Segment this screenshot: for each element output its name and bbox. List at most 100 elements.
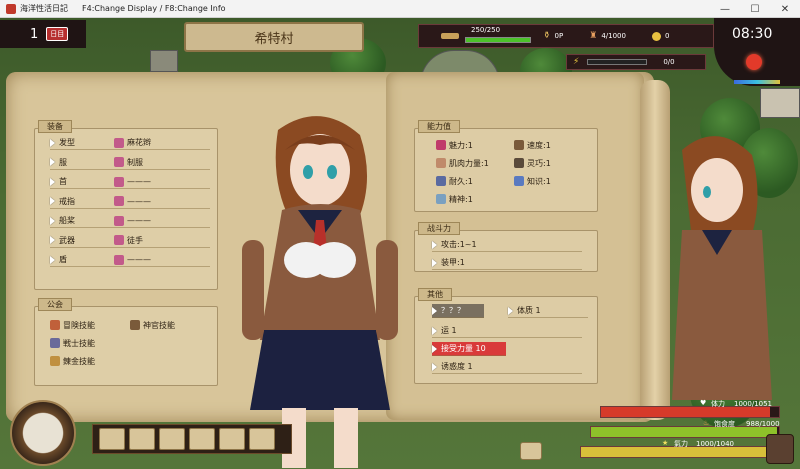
ability-stat: 精神:1: [436, 192, 510, 206]
equipment-label: 装备: [38, 120, 72, 133]
equip-icon: [114, 137, 124, 148]
heart-icon: ♥: [700, 399, 707, 407]
arrow-icon: [50, 138, 55, 147]
combat-armor: 装甲:1: [441, 258, 465, 267]
guild-skill-icon: [50, 338, 60, 348]
arrow-icon: [432, 240, 437, 249]
arrow-icon: [50, 255, 55, 264]
equipment-slot-name-value: 制服: [114, 157, 143, 168]
ability-icon: [514, 140, 524, 150]
day-number: 1: [30, 26, 39, 42]
other-row-acceptance[interactable]: 接受力量 10: [432, 342, 506, 356]
equipment-slot-name-value: ———: [114, 215, 151, 226]
spirit-text: 1000/1040: [696, 440, 734, 448]
equipment-slot-name: 盾: [59, 255, 67, 264]
equipment-slot-name: 发型: [59, 138, 75, 147]
location-banner: 希特村: [184, 22, 364, 52]
main-toolbar: [92, 424, 292, 454]
scroll-menu-button[interactable]: [249, 428, 275, 450]
guild-skill[interactable]: 冒険技能: [50, 318, 126, 332]
ability-stat: 知识:1: [514, 174, 588, 188]
minimize-button[interactable]: —: [710, 0, 740, 18]
equip-icon: [114, 235, 124, 245]
equipment-row: 盾 ———: [50, 253, 210, 267]
food-fill: [591, 427, 777, 437]
stamina-label: 体力: [711, 400, 725, 408]
item-menu-button[interactable]: [129, 428, 155, 450]
ability-icon: [436, 158, 446, 168]
coin-icon: [651, 31, 661, 41]
guild-label: 公会: [38, 298, 72, 311]
item2-text: 4/1000: [601, 32, 626, 40]
boat-icon: [441, 33, 459, 39]
book-menu-button[interactable]: [189, 428, 215, 450]
item1-unit: P: [559, 32, 564, 40]
combat-armor-row: 装甲:1: [432, 256, 582, 270]
equipment-slot-name: 戒指: [59, 196, 75, 206]
other-row-hidden[interactable]: ？？？: [432, 304, 484, 318]
equipment-slot-name: 船桨: [59, 216, 75, 225]
backpack-button[interactable]: [766, 434, 794, 464]
energy-gauge: [587, 59, 648, 65]
ability-stat: 速度:1: [514, 138, 588, 152]
spirit-icon: ★: [662, 439, 669, 447]
heroine-portrait-shadow: [672, 136, 772, 400]
day-counter: 1 日目: [0, 20, 86, 48]
meat-icon: ♨: [703, 419, 710, 427]
equipment-row: 武器 徒手: [50, 234, 210, 248]
equipment-slot-name-value: ———: [114, 176, 151, 187]
scroll-pole: [640, 80, 670, 420]
arrow-icon: [50, 177, 55, 186]
status-menu-button[interactable]: [159, 428, 185, 450]
ability-stat: 灵巧:1: [514, 156, 588, 170]
equipment-row: 船桨 ———: [50, 214, 210, 228]
ability-label: 能力值: [418, 120, 460, 133]
ability-icon: [436, 176, 446, 186]
energy-bar: ⚡ 0/0: [566, 54, 706, 70]
hp-text: 250/250: [471, 26, 501, 34]
pot-button[interactable]: [520, 442, 542, 460]
money-value: 0: [664, 32, 670, 40]
day-tag: 日目: [46, 27, 69, 41]
app-icon: [6, 3, 16, 14]
stamina-fill: [601, 407, 771, 417]
other-row-constitution: 体质 1: [508, 304, 588, 318]
equipment-slot-name-value: ———: [114, 254, 151, 265]
maximize-button[interactable]: ☐: [740, 0, 770, 18]
clock-time: 08:30: [732, 26, 773, 42]
arrow-icon: [508, 306, 513, 315]
potion-icon: ⚱: [543, 31, 551, 41]
combat-attack-row: 攻击:1~1: [432, 238, 582, 252]
arrow-icon: [50, 216, 55, 225]
heroine-portrait: [242, 116, 398, 468]
boat-menu-button[interactable]: [99, 428, 125, 450]
daylight-gauge: [734, 80, 780, 84]
equipment-slot-name-value: ———: [114, 196, 151, 206]
equipment-row: 发型 麻花辫: [50, 136, 210, 150]
equip-icon: [114, 196, 124, 206]
guild-skill[interactable]: 戦士技能: [50, 336, 126, 350]
equipment-row: 首 ———: [50, 175, 210, 189]
arrow-icon: [50, 197, 55, 205]
spirit-label: 氣力: [674, 440, 688, 448]
arrow-icon: [50, 158, 55, 166]
clock-emblem[interactable]: [10, 400, 76, 466]
ability-stat: 耐久:1: [436, 174, 510, 188]
equipment-row: 服 制服: [50, 156, 210, 170]
food-label: 饱食度: [714, 420, 735, 428]
clock-panel: 08:30: [714, 18, 800, 86]
ability-icon: [436, 194, 446, 204]
window-titlebar: 海洋性活日記 F4:Change Display / F8:Change Inf…: [0, 0, 800, 18]
equipment-row: 戒指 ———: [50, 195, 210, 209]
guild-skill-icon: [50, 320, 60, 330]
map-menu-button[interactable]: [219, 428, 245, 450]
house-roof: [150, 50, 178, 72]
close-button[interactable]: ✕: [770, 0, 800, 18]
guild-skill[interactable]: 神官技能: [130, 318, 206, 332]
hp-fill: [466, 38, 530, 42]
equipment-slot-name-value: 麻花辫: [114, 137, 151, 148]
combat-attack: 攻击:1~1: [441, 240, 477, 249]
window-title: 海洋性活日記: [20, 4, 68, 13]
guild-skill[interactable]: 錬金技能: [50, 354, 126, 368]
guild-skill-icon: [130, 320, 140, 330]
